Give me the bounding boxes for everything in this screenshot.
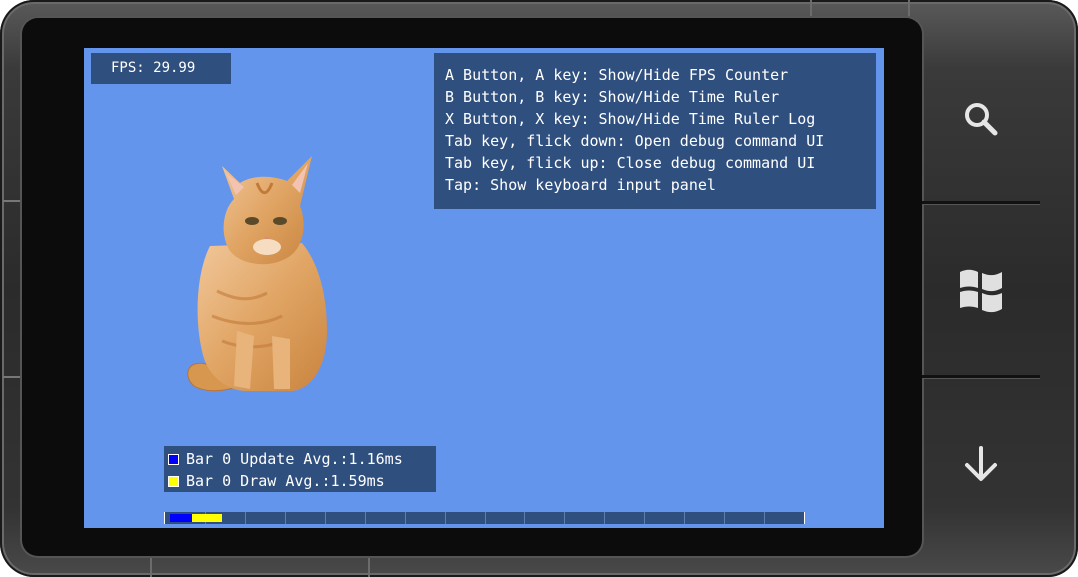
ruler-tick <box>445 512 446 524</box>
chassis-seam-top <box>810 0 812 18</box>
ruler-tick <box>764 512 765 524</box>
help-panel: A Button, A key: Show/Hide FPS Counter B… <box>434 53 876 209</box>
update-color-swatch <box>168 453 179 465</box>
search-icon <box>965 103 998 136</box>
chassis-seam-bottom-2 <box>368 557 370 577</box>
log-row-label: Bar 0 Draw Avg.:1.59ms <box>186 472 385 490</box>
time-ruler <box>164 512 805 524</box>
help-line: Tab key, flick down: Open debug command … <box>445 132 825 150</box>
ruler-tick <box>724 512 725 524</box>
hardware-buttons <box>922 18 1040 556</box>
ruler-tick <box>245 512 246 524</box>
ruler-tick <box>285 512 286 524</box>
windows-start-icon <box>960 269 1002 313</box>
ruler-tick <box>564 512 565 524</box>
ruler-tick <box>405 512 406 524</box>
chassis-seam-top-right <box>908 0 910 18</box>
cat-sprite <box>187 156 327 392</box>
ruler-tick <box>325 512 326 524</box>
start-button[interactable] <box>922 204 1040 376</box>
ruler-tick <box>485 512 486 524</box>
log-row-update: Bar 0 Update Avg.:1.16ms <box>168 448 436 470</box>
search-button[interactable] <box>922 33 1040 205</box>
ruler-tick <box>604 512 605 524</box>
time-ruler-log: Bar 0 Update Avg.:1.16ms Bar 0 Draw Avg.… <box>164 446 436 492</box>
help-line: B Button, B key: Show/Hide Time Ruler <box>445 88 780 106</box>
chassis-seam-bottom <box>150 557 152 577</box>
ruler-tick <box>365 512 366 524</box>
back-arrow-icon <box>965 446 997 481</box>
ruler-tick <box>524 512 525 524</box>
ruler-bar-update <box>170 514 192 522</box>
draw-color-swatch <box>168 475 179 487</box>
ruler-bar-draw <box>192 514 222 522</box>
help-line: Tap: Show keyboard input panel <box>445 176 716 194</box>
help-line: X Button, X key: Show/Hide Time Ruler Lo… <box>445 110 816 128</box>
log-row-label: Bar 0 Update Avg.:1.16ms <box>186 450 403 468</box>
ruler-tick <box>644 512 645 524</box>
help-line: A Button, A key: Show/Hide FPS Counter <box>445 66 789 84</box>
ruler-tick <box>684 512 685 524</box>
chassis-edge-mark <box>3 376 21 378</box>
log-row-draw: Bar 0 Draw Avg.:1.59ms <box>168 470 436 492</box>
game-screen[interactable]: FPS: 29.99 A Button, A key: Show/Hide FP… <box>84 48 884 528</box>
back-button[interactable] <box>922 378 1040 550</box>
fps-counter: FPS: 29.99 <box>91 53 231 84</box>
help-line: Tab key, flick up: Close debug command U… <box>445 154 816 172</box>
chassis-edge-mark <box>3 200 21 202</box>
